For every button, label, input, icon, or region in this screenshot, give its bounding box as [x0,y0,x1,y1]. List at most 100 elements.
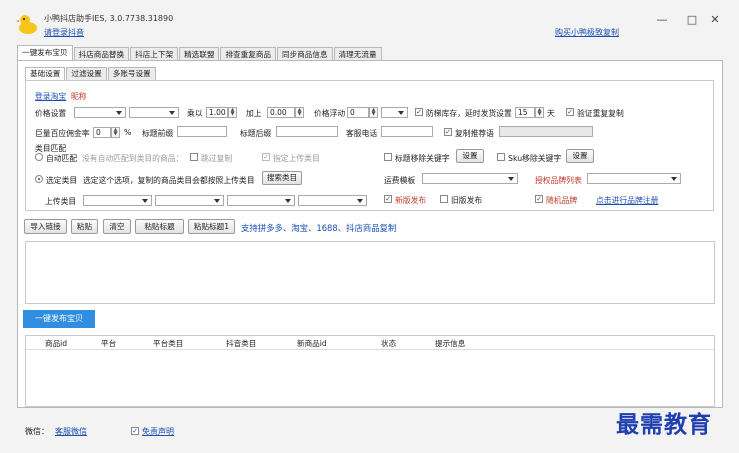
stock-delay-checkbox[interactable]: ✓ [415,108,423,116]
login-douyin-link[interactable]: 请登录抖音 [44,27,84,38]
float-unit-select[interactable] [381,107,408,118]
verify-dup-checkbox[interactable]: ✓ [566,108,574,116]
recommend-input[interactable] [499,126,593,137]
title-remove-kw-checkbox[interactable] [384,153,392,161]
duck-logo-icon [16,15,37,34]
search-category-button[interactable]: 搜索类目 [262,171,302,185]
sku-remove-settings-button[interactable]: 设置 [566,149,594,163]
select-category-hint: 选定这个选项，复制的商品类目会都按照上传类目 [83,176,255,185]
col-platform-category[interactable]: 平台类目 [153,338,183,349]
title-prefix-input[interactable] [177,126,227,137]
disclaimer-link[interactable]: 免责声明 [142,426,174,437]
select-category-radio[interactable] [35,175,43,183]
settings-group [25,80,714,211]
title-suffix-label: 标题后缀 [240,129,272,138]
service-phone-input[interactable] [381,126,433,137]
disclaimer-checkbox[interactable]: ✓ [131,427,139,435]
paste-title-1-button[interactable]: 粘贴标题1 [188,219,235,234]
assign-upload-checkbox[interactable]: ✓ [262,153,270,161]
wechat-label: 微信： [25,427,49,436]
register-brand-link[interactable]: 点击进行品牌注册 [596,195,658,206]
random-brand-label: 随机品牌 [546,196,578,205]
tab-replace[interactable]: 抖店商品替换 [73,47,130,61]
random-brand-checkbox[interactable]: ✓ [535,195,543,203]
title-remove-kw-label: 标题移除关键字 [395,154,450,163]
day-label: 天 [547,109,555,118]
brand-list-label: 授权品牌列表 [535,176,582,185]
add-input[interactable]: 0.00 [267,107,295,118]
maximize-icon[interactable]: □ [683,12,701,28]
upload-category-select-4[interactable] [298,195,367,206]
col-status[interactable]: 状态 [381,338,396,349]
col-platform[interactable]: 平台 [101,338,116,349]
new-publish-label: 新版发布 [395,196,427,205]
tab-basic-settings[interactable]: 基础设置 [25,67,66,80]
assign-upload-label: 指定上传类目 [273,154,320,163]
wechat-link[interactable]: 客服微信 [55,426,87,437]
auto-match-label: 自动匹配 [46,154,78,163]
upload-category-label: 上传类目 [45,197,77,206]
title-prefix-label: 标题前缀 [142,129,174,138]
tab-alliance[interactable]: 精选联盟 [179,47,220,61]
buy-link[interactable]: 购买小鸭极致复制 [555,27,619,38]
one-click-publish-button[interactable]: 一键发布宝贝 [23,310,95,328]
links-textarea[interactable] [25,241,715,304]
login-taobao-link[interactable]: 登录淘宝 [35,91,66,102]
add-spinner[interactable]: ▲ ▼ [295,107,304,118]
tab-multi-account[interactable]: 多账号设置 [107,67,156,80]
paste-button[interactable]: 粘贴 [71,219,98,234]
clear-button[interactable]: 清空 [103,219,131,234]
nickname-label: 昵称 [71,92,87,101]
skip-copy-checkbox[interactable] [190,153,198,161]
copy-recommend-checkbox[interactable]: ✓ [444,128,452,136]
minimize-icon[interactable]: — [653,12,671,28]
title-remove-settings-button[interactable]: 设置 [456,149,484,163]
multiply-label: 乘以 [187,109,203,118]
col-new-product-id[interactable]: 新商品id [297,338,327,349]
tab-shelf[interactable]: 抖店上下架 [130,47,179,61]
tab-duplicates[interactable]: 排查重复商品 [220,47,277,61]
results-table: 商品id 平台 平台类目 抖音类目 新商品id 状态 提示信息 [25,335,715,407]
verify-dup-label: 验证重复复制 [577,109,624,118]
percent-label: % [124,128,132,137]
window-title: 小鸭抖店助手IES, 3.0.7738.31890 [44,14,174,23]
auto-match-hint: 没有自动匹配到类目的商品： [82,154,184,163]
stock-delay-label: 防梯库存，延时发货设置 [426,109,512,118]
float-spinner[interactable]: ▲ ▼ [369,107,378,118]
price-float-label: 价格浮动 [314,109,346,118]
upload-category-select-2[interactable] [155,195,224,206]
sku-remove-kw-checkbox[interactable] [497,153,505,161]
upload-category-select-3[interactable] [227,195,295,206]
delay-days-input[interactable]: 15 [515,107,535,118]
auto-match-radio[interactable] [35,153,43,161]
tab-sync[interactable]: 同步商品信息 [277,47,333,61]
tab-publish[interactable]: 一键发布宝贝 [17,45,73,61]
price-select-2[interactable] [129,107,179,118]
float-input[interactable]: 0 [347,107,369,118]
title-suffix-input[interactable] [276,126,338,137]
price-select-1[interactable] [74,107,126,118]
support-platforms-text: 支持拼多多、淘宝、1688、抖店商品复制 [241,223,397,233]
close-icon[interactable]: ✕ [706,12,724,28]
col-product-id[interactable]: 商品id [45,338,67,349]
add-label: 加上 [246,109,262,118]
multiply-input[interactable]: 1.00 [206,107,228,118]
new-publish-checkbox[interactable]: ✓ [384,195,392,203]
import-links-button[interactable]: 导入链接 [24,219,67,234]
shipping-template-select[interactable] [422,173,518,184]
upload-category-select-1[interactable] [83,195,152,206]
tab-filter-settings[interactable]: 过滤设置 [66,67,107,80]
paste-title-button[interactable]: 粘贴标题 [135,219,184,234]
commission-input[interactable]: 0 [93,127,111,138]
old-publish-label: 旧版发布 [451,196,483,205]
col-douyin-category[interactable]: 抖音类目 [226,338,256,349]
brand-list-select[interactable] [587,173,681,184]
multiply-spinner[interactable]: ▲ ▼ [228,107,237,118]
commission-spinner[interactable]: ▲ ▼ [111,127,120,138]
sku-remove-kw-label: Sku移除关键字 [508,154,562,163]
col-message[interactable]: 提示信息 [435,338,465,349]
tab-cleanup[interactable]: 清理无流量 [333,47,382,61]
old-publish-checkbox[interactable] [440,195,448,203]
shipping-template-label: 运费模板 [384,176,416,185]
delay-spinner[interactable]: ▲ ▼ [535,107,544,118]
